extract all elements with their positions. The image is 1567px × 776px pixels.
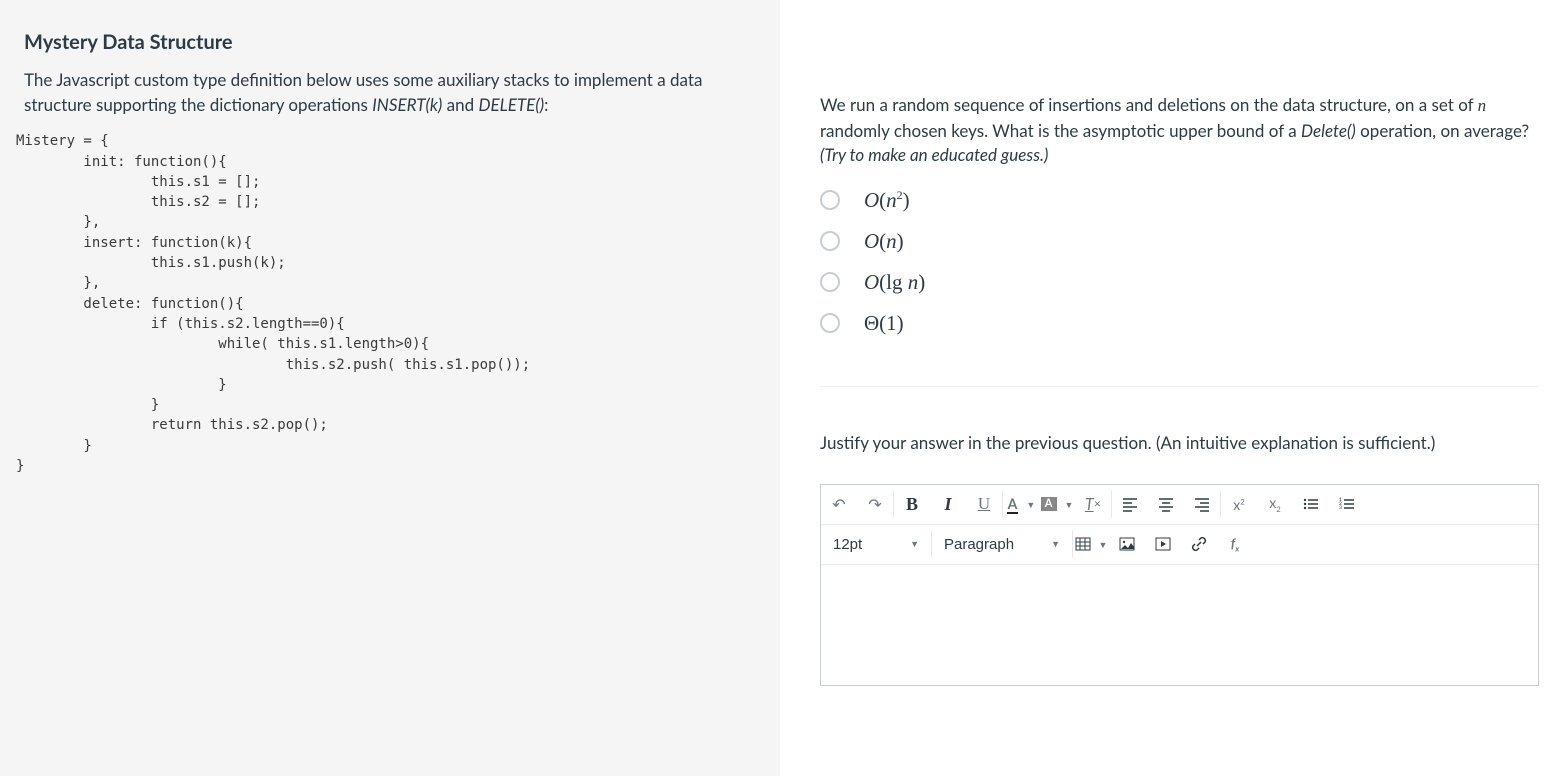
option-theta-1[interactable]: Θ(1)	[820, 305, 1539, 342]
align-right-icon	[1194, 496, 1210, 512]
subscript-icon: x2	[1269, 494, 1281, 514]
code-block: Mistery = { init: function(){ this.s1 = …	[16, 131, 756, 476]
chevron-down-icon: ▼	[910, 539, 919, 549]
format-label: Paragraph	[944, 536, 1014, 553]
image-button[interactable]	[1109, 524, 1145, 564]
underline-button[interactable]: U	[966, 484, 1002, 524]
align-left-button[interactable]	[1112, 484, 1148, 524]
intro-text: The Javascript custom type definition be…	[24, 68, 756, 117]
chevron-down-icon: ▼	[1065, 499, 1074, 510]
number-list-button[interactable]: 123	[1329, 484, 1365, 524]
option-label: O(lg n)	[864, 270, 925, 295]
option-label: O(n)	[864, 229, 904, 254]
bold-icon: B	[906, 494, 918, 515]
align-center-button[interactable]	[1148, 484, 1184, 524]
radio-icon	[820, 313, 840, 333]
question-1: We run a random sequence of insertions a…	[820, 68, 1539, 342]
radio-icon	[820, 231, 840, 251]
editor-textarea[interactable]	[821, 565, 1538, 685]
option-o-lgn[interactable]: O(lg n)	[820, 264, 1539, 301]
toolbar-row-1: ↶ ↷ B I U A▼ A▼ T✕ x2 x2 123	[821, 485, 1538, 525]
redo-button[interactable]: ↷	[857, 484, 893, 524]
question-2: Justify your answer in the previous ques…	[820, 386, 1539, 686]
table-icon	[1075, 536, 1091, 552]
italic-icon: I	[944, 494, 951, 515]
page-title: Mystery Data Structure	[24, 30, 756, 54]
link-icon	[1191, 536, 1207, 552]
media-button[interactable]	[1145, 524, 1181, 564]
q1-options: O(n2) O(n) O(lg n) Θ(1)	[820, 182, 1539, 342]
option-o-n2[interactable]: O(n2)	[820, 182, 1539, 219]
bold-button[interactable]: B	[894, 484, 930, 524]
clear-format-icon: T	[1085, 495, 1094, 514]
underline-icon: U	[978, 494, 990, 514]
radio-icon	[820, 272, 840, 292]
text-color-icon: A	[1007, 495, 1019, 514]
number-list-icon: 123	[1339, 496, 1355, 512]
bg-color-icon: A	[1041, 497, 1057, 511]
chevron-down-icon: ▼	[1026, 499, 1035, 510]
option-label: Θ(1)	[864, 311, 904, 336]
bg-color-button[interactable]: A▼	[1039, 484, 1075, 524]
left-pane: Mystery Data Structure The Javascript cu…	[0, 0, 780, 776]
align-center-icon	[1158, 496, 1174, 512]
option-o-n[interactable]: O(n)	[820, 223, 1539, 260]
format-select[interactable]: Paragraph ▼	[932, 524, 1072, 564]
align-left-icon	[1122, 496, 1138, 512]
align-right-button[interactable]	[1184, 484, 1220, 524]
table-button[interactable]: ▼	[1073, 524, 1109, 564]
clear-format-button[interactable]: T✕	[1075, 484, 1111, 524]
fx-icon: fx	[1231, 535, 1239, 554]
media-icon	[1155, 536, 1171, 552]
redo-icon: ↷	[868, 495, 881, 514]
superscript-icon: x2	[1233, 496, 1245, 513]
right-pane: We run a random sequence of insertions a…	[780, 0, 1567, 776]
chevron-down-icon: ▼	[1099, 539, 1108, 550]
toolbar-row-2: 12pt ▼ Paragraph ▼ ▼ fx	[821, 525, 1538, 565]
font-size-select[interactable]: 12pt ▼	[821, 524, 931, 564]
text-color-button[interactable]: A▼	[1003, 484, 1039, 524]
q1-prompt: We run a random sequence of insertions a…	[820, 93, 1539, 168]
svg-text:3: 3	[1339, 505, 1342, 511]
image-icon	[1119, 536, 1135, 552]
italic-button[interactable]: I	[930, 484, 966, 524]
subscript-button[interactable]: x2	[1257, 484, 1293, 524]
q2-prompt: Justify your answer in the previous ques…	[820, 431, 1539, 456]
chevron-down-icon: ▼	[1051, 539, 1060, 549]
equation-button[interactable]: fx	[1217, 524, 1253, 564]
rich-text-editor: ↶ ↷ B I U A▼ A▼ T✕ x2 x2 123	[820, 484, 1539, 686]
link-button[interactable]	[1181, 524, 1217, 564]
undo-icon: ↶	[832, 495, 845, 514]
font-size-label: 12pt	[833, 536, 862, 553]
bullet-list-icon	[1303, 496, 1319, 512]
bullet-list-button[interactable]	[1293, 484, 1329, 524]
option-label: O(n2)	[864, 188, 910, 213]
undo-button[interactable]: ↶	[821, 484, 857, 524]
radio-icon	[820, 190, 840, 210]
superscript-button[interactable]: x2	[1221, 484, 1257, 524]
